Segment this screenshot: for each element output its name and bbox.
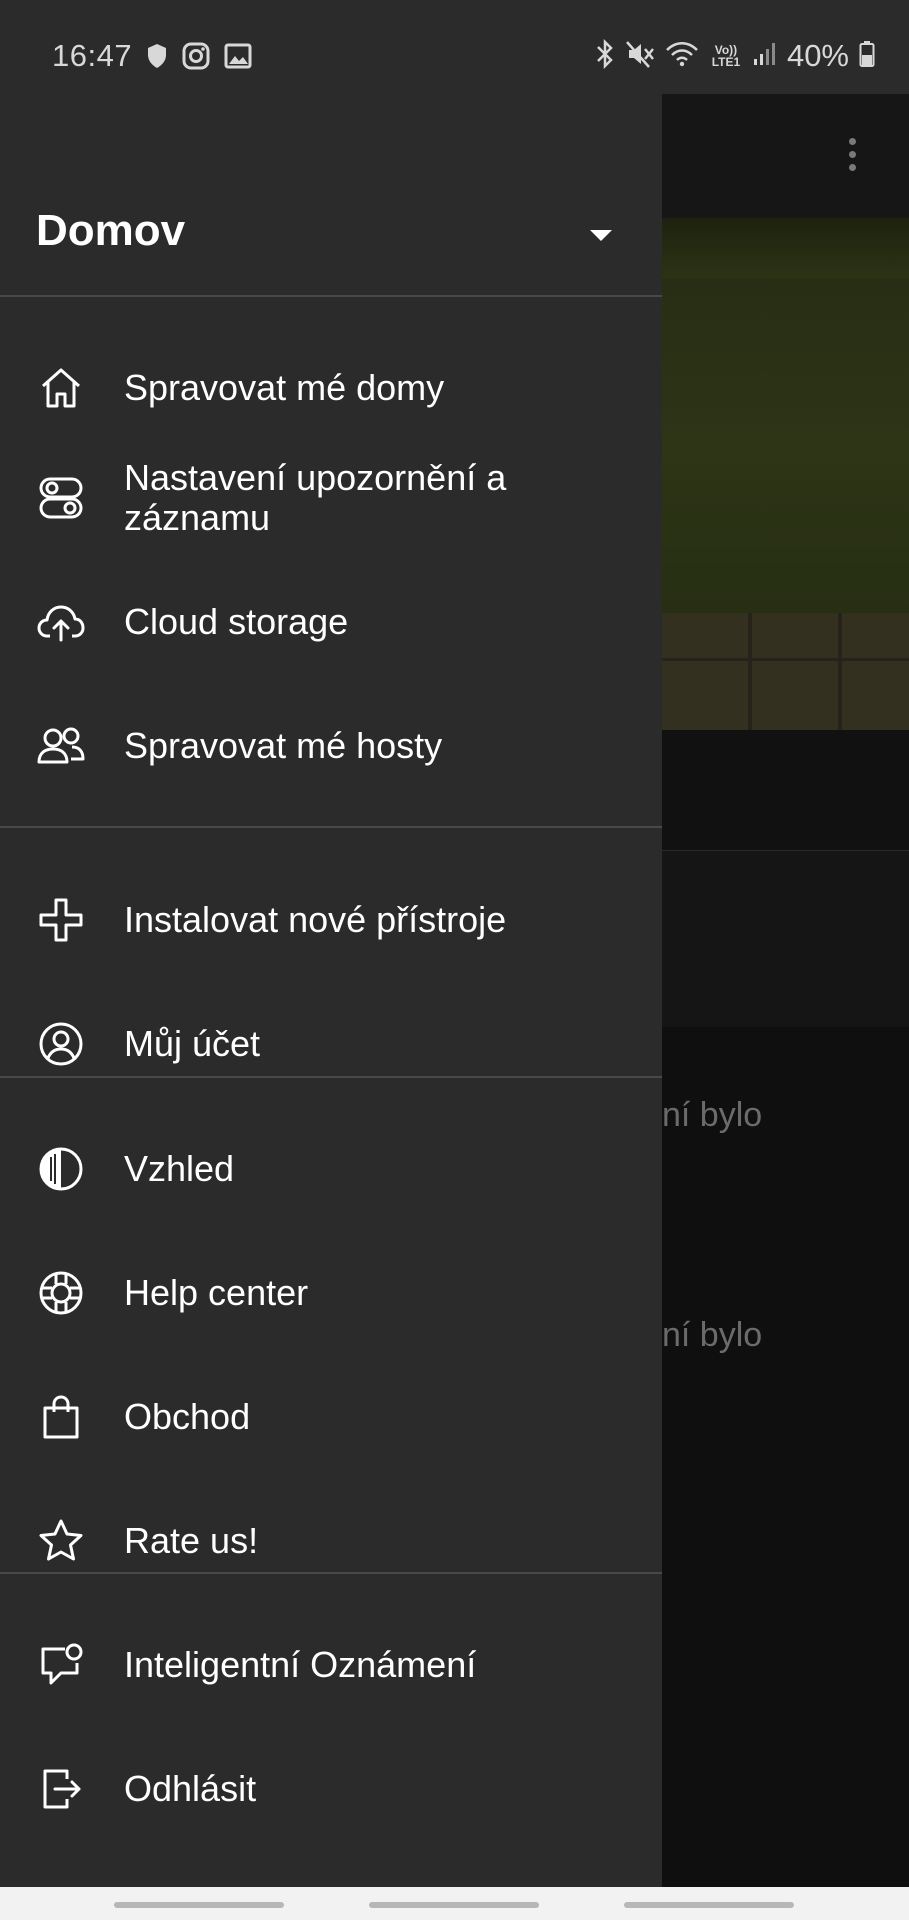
background-toolbar (662, 94, 909, 218)
shopping-bag-icon (36, 1392, 86, 1442)
home-title: Domov (36, 206, 186, 255)
account-icon (36, 1019, 86, 1069)
notification-settings-icon (36, 473, 86, 523)
menu-item-smart-notifications[interactable]: Inteligentní Oznámení (0, 1635, 662, 1695)
battery-percent: 40% (786, 38, 849, 73)
background-strip (662, 730, 909, 850)
menu-item-logout[interactable]: Odhlásit (0, 1759, 662, 1819)
menu-item-label: Instalovat nové přístroje (124, 899, 507, 940)
home-selector[interactable]: Domov (0, 94, 662, 297)
menu-item-label: Spravovat mé hosty (124, 725, 443, 766)
menu-item-label: Vzhled (124, 1148, 235, 1189)
menu-item-label: Spravovat mé domy (124, 367, 445, 408)
shield-icon (146, 43, 168, 74)
nav-back-button[interactable] (624, 1902, 794, 1908)
camera-preview[interactable] (662, 218, 909, 796)
menu-item-label: Inteligentní Oznámení (124, 1644, 477, 1685)
wifi-icon (665, 39, 699, 74)
menu-item-appearance[interactable]: Vzhled (0, 1139, 662, 1199)
menu-item-shop[interactable]: Obchod (0, 1387, 662, 1447)
menu-item-rate-us[interactable]: Rate us! (0, 1511, 662, 1571)
instagram-icon (182, 42, 210, 75)
logout-icon (36, 1764, 86, 1814)
guests-icon (36, 721, 86, 771)
menu-item-label: Můj účet (124, 1023, 261, 1064)
dropdown-arrow-icon[interactable] (590, 230, 612, 241)
more-options-icon[interactable] (849, 138, 857, 177)
divider (0, 1076, 662, 1078)
background-text: ní bylo (662, 1316, 763, 1354)
plus-icon (36, 895, 86, 945)
menu-item-label: Odhlásit (124, 1768, 257, 1809)
background-text: ní bylo (662, 1096, 763, 1134)
menu-item-help-center[interactable]: Help center (0, 1263, 662, 1323)
divider (0, 826, 662, 828)
menu-item-manage-homes[interactable]: Spravovat mé domy (0, 358, 662, 418)
signal-icon (753, 41, 777, 72)
status-time: 16:47 (52, 38, 133, 73)
background-app: ní bylo ní bylo (662, 94, 909, 1887)
appearance-icon (36, 1144, 86, 1194)
lifebuoy-icon (36, 1268, 86, 1318)
bluetooth-icon (595, 38, 615, 74)
divider (0, 295, 662, 297)
menu-item-my-account[interactable]: Můj účet (0, 1014, 662, 1074)
gallery-icon (224, 43, 252, 74)
lte-indicator: Vo)) LTE1 (711, 43, 741, 69)
menu-item-label: Cloud storage (124, 601, 349, 642)
menu-item-manage-guests[interactable]: Spravovat mé hosty (0, 716, 662, 776)
menu-item-label: Nastavení upozornění a záznamu (124, 457, 507, 538)
divider (0, 1572, 662, 1574)
cloud-upload-icon (36, 597, 86, 647)
menu-item-install-devices[interactable]: Instalovat nové přístroje (0, 890, 662, 950)
menu-item-label: Rate us! (124, 1520, 259, 1561)
nav-recent-button[interactable] (114, 1902, 284, 1908)
nav-home-button[interactable] (369, 1902, 539, 1908)
battery-icon (859, 40, 875, 73)
menu-item-label: Obchod (124, 1396, 251, 1437)
background-panel (662, 851, 909, 1027)
menu-item-cloud-storage[interactable]: Cloud storage (0, 592, 662, 652)
mute-icon (625, 39, 655, 74)
home-icon (36, 363, 86, 413)
smart-notification-icon (36, 1640, 86, 1690)
status-right-icons: Vo)) LTE1 40% (595, 38, 875, 74)
star-icon (36, 1516, 86, 1566)
menu-item-label: Help center (124, 1272, 309, 1313)
navigation-drawer: Domov Spravovat mé domy Nastavení upozor… (0, 94, 662, 1887)
screen: 16:47 Vo)) LTE1 40% ní bylo ní bylo Domo… (0, 0, 909, 1920)
system-nav-bar (0, 1887, 909, 1920)
status-bar: 16:47 Vo)) LTE1 40% (0, 0, 909, 94)
status-left-icons (146, 42, 252, 75)
menu-item-notification-settings[interactable]: Nastavení upozornění a záznamu (0, 448, 662, 548)
